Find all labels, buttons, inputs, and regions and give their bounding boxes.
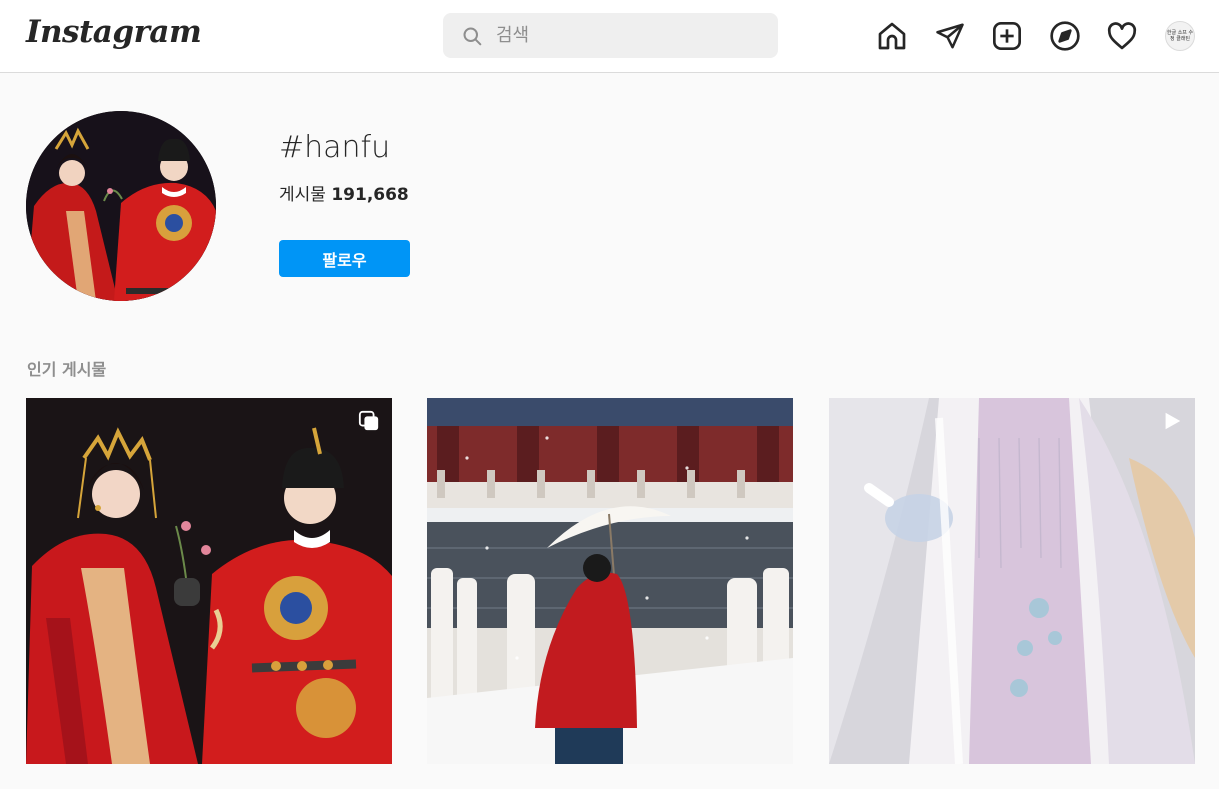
new-post-icon[interactable] bbox=[989, 18, 1025, 54]
post-count-value: 191,668 bbox=[331, 185, 409, 205]
search-icon bbox=[463, 27, 482, 45]
post-2-image bbox=[427, 398, 793, 764]
follow-button[interactable]: 팔로우 bbox=[279, 240, 410, 277]
post-1[interactable] bbox=[26, 398, 392, 764]
post-1-image bbox=[26, 398, 392, 764]
top-nav-bar: Instagram 한글 소프 수정 클래틴 bbox=[0, 0, 1219, 73]
search-input[interactable] bbox=[494, 24, 758, 47]
avatar-label: 한글 소프 수정 클래틴 bbox=[1166, 30, 1194, 42]
post-3[interactable] bbox=[829, 398, 1195, 764]
home-icon[interactable] bbox=[874, 18, 910, 54]
hashtag-profile-image bbox=[26, 111, 216, 301]
top-posts-heading: 인기 게시물 bbox=[27, 360, 107, 379]
direct-icon[interactable] bbox=[932, 18, 968, 54]
post-count-label: 게시물 bbox=[279, 185, 326, 205]
search-box[interactable] bbox=[443, 13, 778, 58]
post-count: 게시물 191,668 bbox=[279, 180, 409, 205]
hashtag-title: #hanfu bbox=[279, 130, 391, 165]
explore-icon[interactable] bbox=[1047, 18, 1083, 54]
instagram-logo[interactable]: Instagram bbox=[26, 14, 202, 50]
profile-avatar[interactable]: 한글 소프 수정 클래틴 bbox=[1165, 21, 1195, 51]
carousel-icon bbox=[358, 410, 379, 431]
video-icon bbox=[1165, 412, 1181, 430]
post-2[interactable] bbox=[427, 398, 793, 764]
activity-icon[interactable] bbox=[1104, 18, 1140, 54]
post-3-image bbox=[829, 398, 1195, 764]
